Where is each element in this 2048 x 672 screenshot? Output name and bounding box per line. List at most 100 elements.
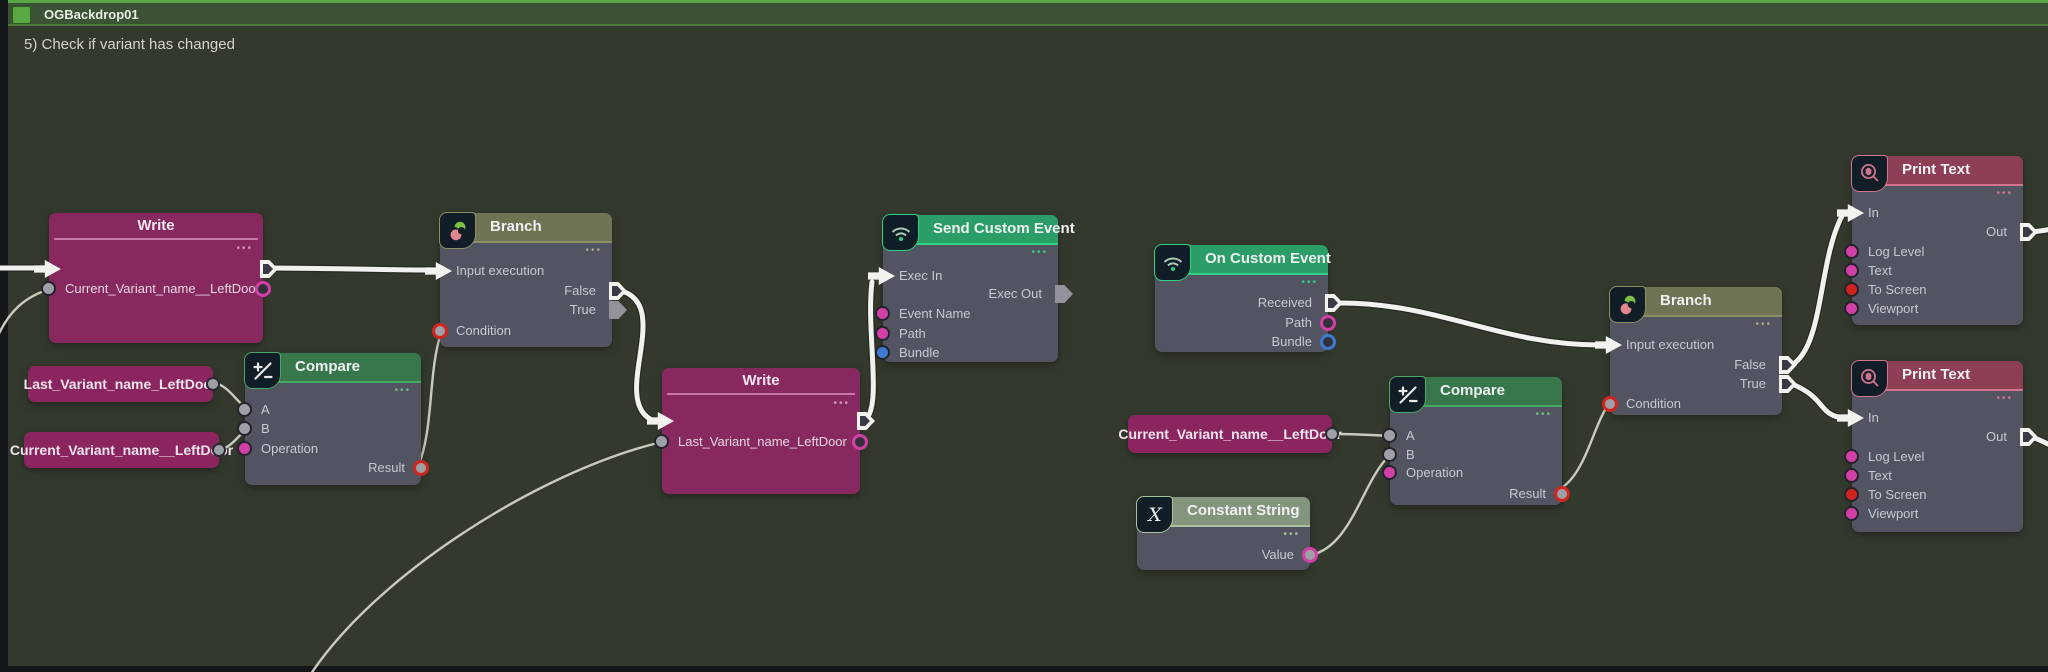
- pin-label: True: [1740, 376, 1766, 391]
- node-branch-2[interactable]: Branch ••• Input execution Condition False Tr…: [1610, 287, 1782, 415]
- node-title: Print Text: [1902, 161, 1970, 178]
- data-pin-ring-icon: [1320, 315, 1336, 331]
- svg-text:X: X: [1146, 504, 1163, 526]
- constX-icon: X: [1136, 496, 1173, 533]
- node-print-text-1[interactable]: Print Text ••• In Log Level Text To Screen Vie…: [1852, 156, 2023, 325]
- node-title: Print Text: [1902, 366, 1970, 383]
- node-options-dots[interactable]: •••: [1283, 529, 1300, 540]
- node-write-2[interactable]: Write•••Last_Variant_name_LeftDoor: [662, 368, 860, 494]
- data-pin-ring-icon: [1602, 396, 1618, 412]
- node-title: On Custom Event: [1205, 250, 1331, 267]
- pin-label: In: [1868, 410, 1879, 425]
- node-options-dots[interactable]: •••: [1535, 409, 1552, 420]
- pin-label: Current_Variant_name__LeftDoor: [65, 281, 260, 296]
- data-pin-icon: [1844, 301, 1859, 316]
- pin-label: False: [1734, 357, 1766, 372]
- pin-label: B: [261, 421, 270, 436]
- exec-out-notch: [1782, 379, 1792, 389]
- compare-icon: [1389, 376, 1426, 413]
- node-constant-string[interactable]: X Constant String ••• Value: [1137, 497, 1310, 570]
- data-pin-icon: [1844, 487, 1859, 502]
- node-title: Constant String: [1187, 502, 1300, 519]
- pin-label: Viewport: [1868, 301, 1918, 316]
- node-title: Write: [662, 372, 860, 389]
- branch-icon: [439, 212, 476, 249]
- variable-node-current-variant-name-leftdoor[interactable]: Current_Variant_name__LeftDoor: [24, 432, 219, 468]
- data-pin-icon: [1844, 282, 1859, 297]
- pin-label: Out: [1986, 224, 2007, 239]
- exec-out-notch: [860, 416, 870, 426]
- data-pin-ring-icon: [432, 323, 448, 339]
- exec-out-notch: [1328, 298, 1338, 308]
- pin-label: Value: [1262, 547, 1294, 562]
- node-send-custom-event[interactable]: Send Custom Event•••Exec InEvent NamePat…: [883, 215, 1058, 362]
- node-write-1[interactable]: Write ••• Current_Variant_name__LeftDoor: [49, 213, 263, 343]
- node-title: Compare: [1440, 382, 1505, 399]
- data-pin-ring-icon: [1302, 547, 1318, 563]
- node-options-dots[interactable]: •••: [1301, 277, 1318, 288]
- pin-label: A: [1406, 428, 1415, 443]
- pin-label: Input execution: [1626, 337, 1714, 352]
- pin-label: Condition: [1626, 396, 1681, 411]
- pin-label: Log Level: [1868, 449, 1924, 464]
- exec-out-notch: [2023, 227, 2033, 237]
- debug-icon: [1851, 155, 1888, 192]
- title-separator: [54, 238, 258, 240]
- pin-label: A: [261, 402, 270, 417]
- pin-label: In: [1868, 205, 1879, 220]
- data-pin-icon: [237, 402, 252, 417]
- title-separator: [667, 393, 855, 395]
- data-pin-icon: [237, 421, 252, 436]
- variable-node-current-variant-name-leftdoor[interactable]: Current_Variant_name__LeftDoor: [1128, 415, 1332, 453]
- variable-output-pin[interactable]: [1325, 427, 1339, 441]
- backdrop-titlebar[interactable]: OGBackdrop01: [8, 0, 2048, 26]
- pin-label: Viewport: [1868, 506, 1918, 521]
- pin-label: To Screen: [1868, 282, 1927, 297]
- node-title: Branch: [1660, 292, 1712, 309]
- backdrop-color-icon: [12, 6, 31, 24]
- data-pin-ring-icon: [852, 434, 868, 450]
- variable-node-last-variant-name-leftdoor[interactable]: Last_Variant_name_LeftDoor: [28, 366, 213, 402]
- pin-label: Event Name: [899, 306, 971, 321]
- variable-output-pin[interactable]: [212, 443, 226, 457]
- data-pin-icon: [875, 345, 890, 360]
- data-pin-icon: [1382, 447, 1397, 462]
- node-options-dots[interactable]: •••: [1755, 319, 1772, 330]
- node-options-dots[interactable]: •••: [585, 245, 602, 256]
- pin-label: Text: [1868, 263, 1892, 278]
- exec-out-notch: [2023, 432, 2033, 442]
- node-compare-1[interactable]: Compare•••ABOperationResult: [245, 353, 421, 485]
- variable-output-pin[interactable]: [206, 377, 220, 391]
- variable-label: Last_Variant_name_LeftDoor: [24, 376, 218, 392]
- node-options-dots[interactable]: •••: [1031, 247, 1048, 258]
- node-on-custom-event[interactable]: On Custom Event•••ReceivedPathBundle: [1155, 245, 1328, 352]
- pin-label: Out: [1986, 429, 2007, 444]
- data-pin-icon: [41, 281, 56, 296]
- data-pin-ring-icon: [255, 281, 271, 297]
- data-pin-icon: [654, 434, 669, 449]
- data-pin-icon: [875, 326, 890, 341]
- data-pin-icon: [1844, 449, 1859, 464]
- pin-label: Operation: [1406, 465, 1463, 480]
- node-options-dots[interactable]: •••: [394, 385, 411, 396]
- pin-label: Log Level: [1868, 244, 1924, 259]
- node-options-dots[interactable]: •••: [833, 398, 850, 409]
- node-compare-2[interactable]: Compare•••ABOperationResult: [1390, 377, 1562, 505]
- debug-icon: [1851, 360, 1888, 397]
- backdrop-title: OGBackdrop01: [44, 7, 139, 22]
- exec-out-notch: [1782, 360, 1792, 370]
- variable-label: Current_Variant_name__LeftDoor: [1118, 426, 1341, 442]
- node-options-dots[interactable]: •••: [1996, 393, 2013, 404]
- node-options-dots[interactable]: •••: [236, 243, 253, 254]
- data-pin-icon: [1844, 506, 1859, 521]
- pin-label: Received: [1258, 295, 1312, 310]
- exec-out-notch: [263, 264, 273, 274]
- pin-label: Exec Out: [989, 286, 1042, 301]
- node-title: Compare: [295, 358, 360, 375]
- node-print-text-2[interactable]: Print Text•••InLog LevelTextTo ScreenVie…: [1852, 361, 2023, 532]
- node-branch-1[interactable]: Branch•••Input executionConditionFalseTr…: [440, 213, 612, 347]
- node-options-dots[interactable]: •••: [1996, 188, 2013, 199]
- pin-label: Input execution: [456, 263, 544, 278]
- data-pin-icon: [1844, 468, 1859, 483]
- node-title: Write: [49, 217, 263, 234]
